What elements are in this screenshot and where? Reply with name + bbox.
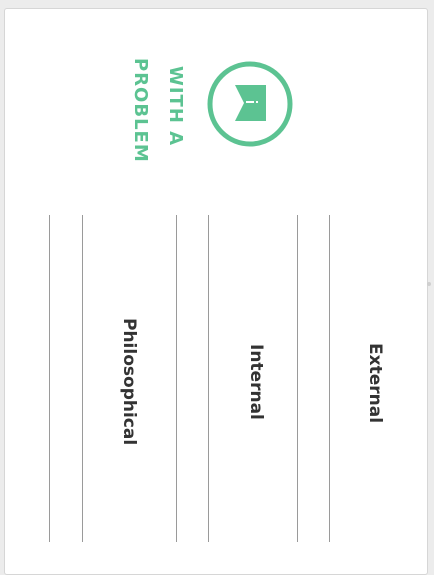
divider-line — [208, 215, 209, 542]
divider-line — [49, 215, 50, 542]
divider-line — [82, 215, 83, 542]
scroll-indicator — [427, 282, 431, 286]
divider-line — [176, 215, 177, 542]
title-line-with-a: WITH A — [165, 66, 186, 147]
column-label-internal: Internal — [246, 344, 266, 420]
title-line-problem: PROBLEM — [130, 58, 151, 163]
column-label-external: External — [365, 343, 385, 424]
flag-speech-icon — [207, 61, 293, 147]
divider-line — [329, 215, 330, 542]
column-label-philosophical: Philosophical — [119, 318, 139, 446]
divider-line — [297, 215, 298, 542]
